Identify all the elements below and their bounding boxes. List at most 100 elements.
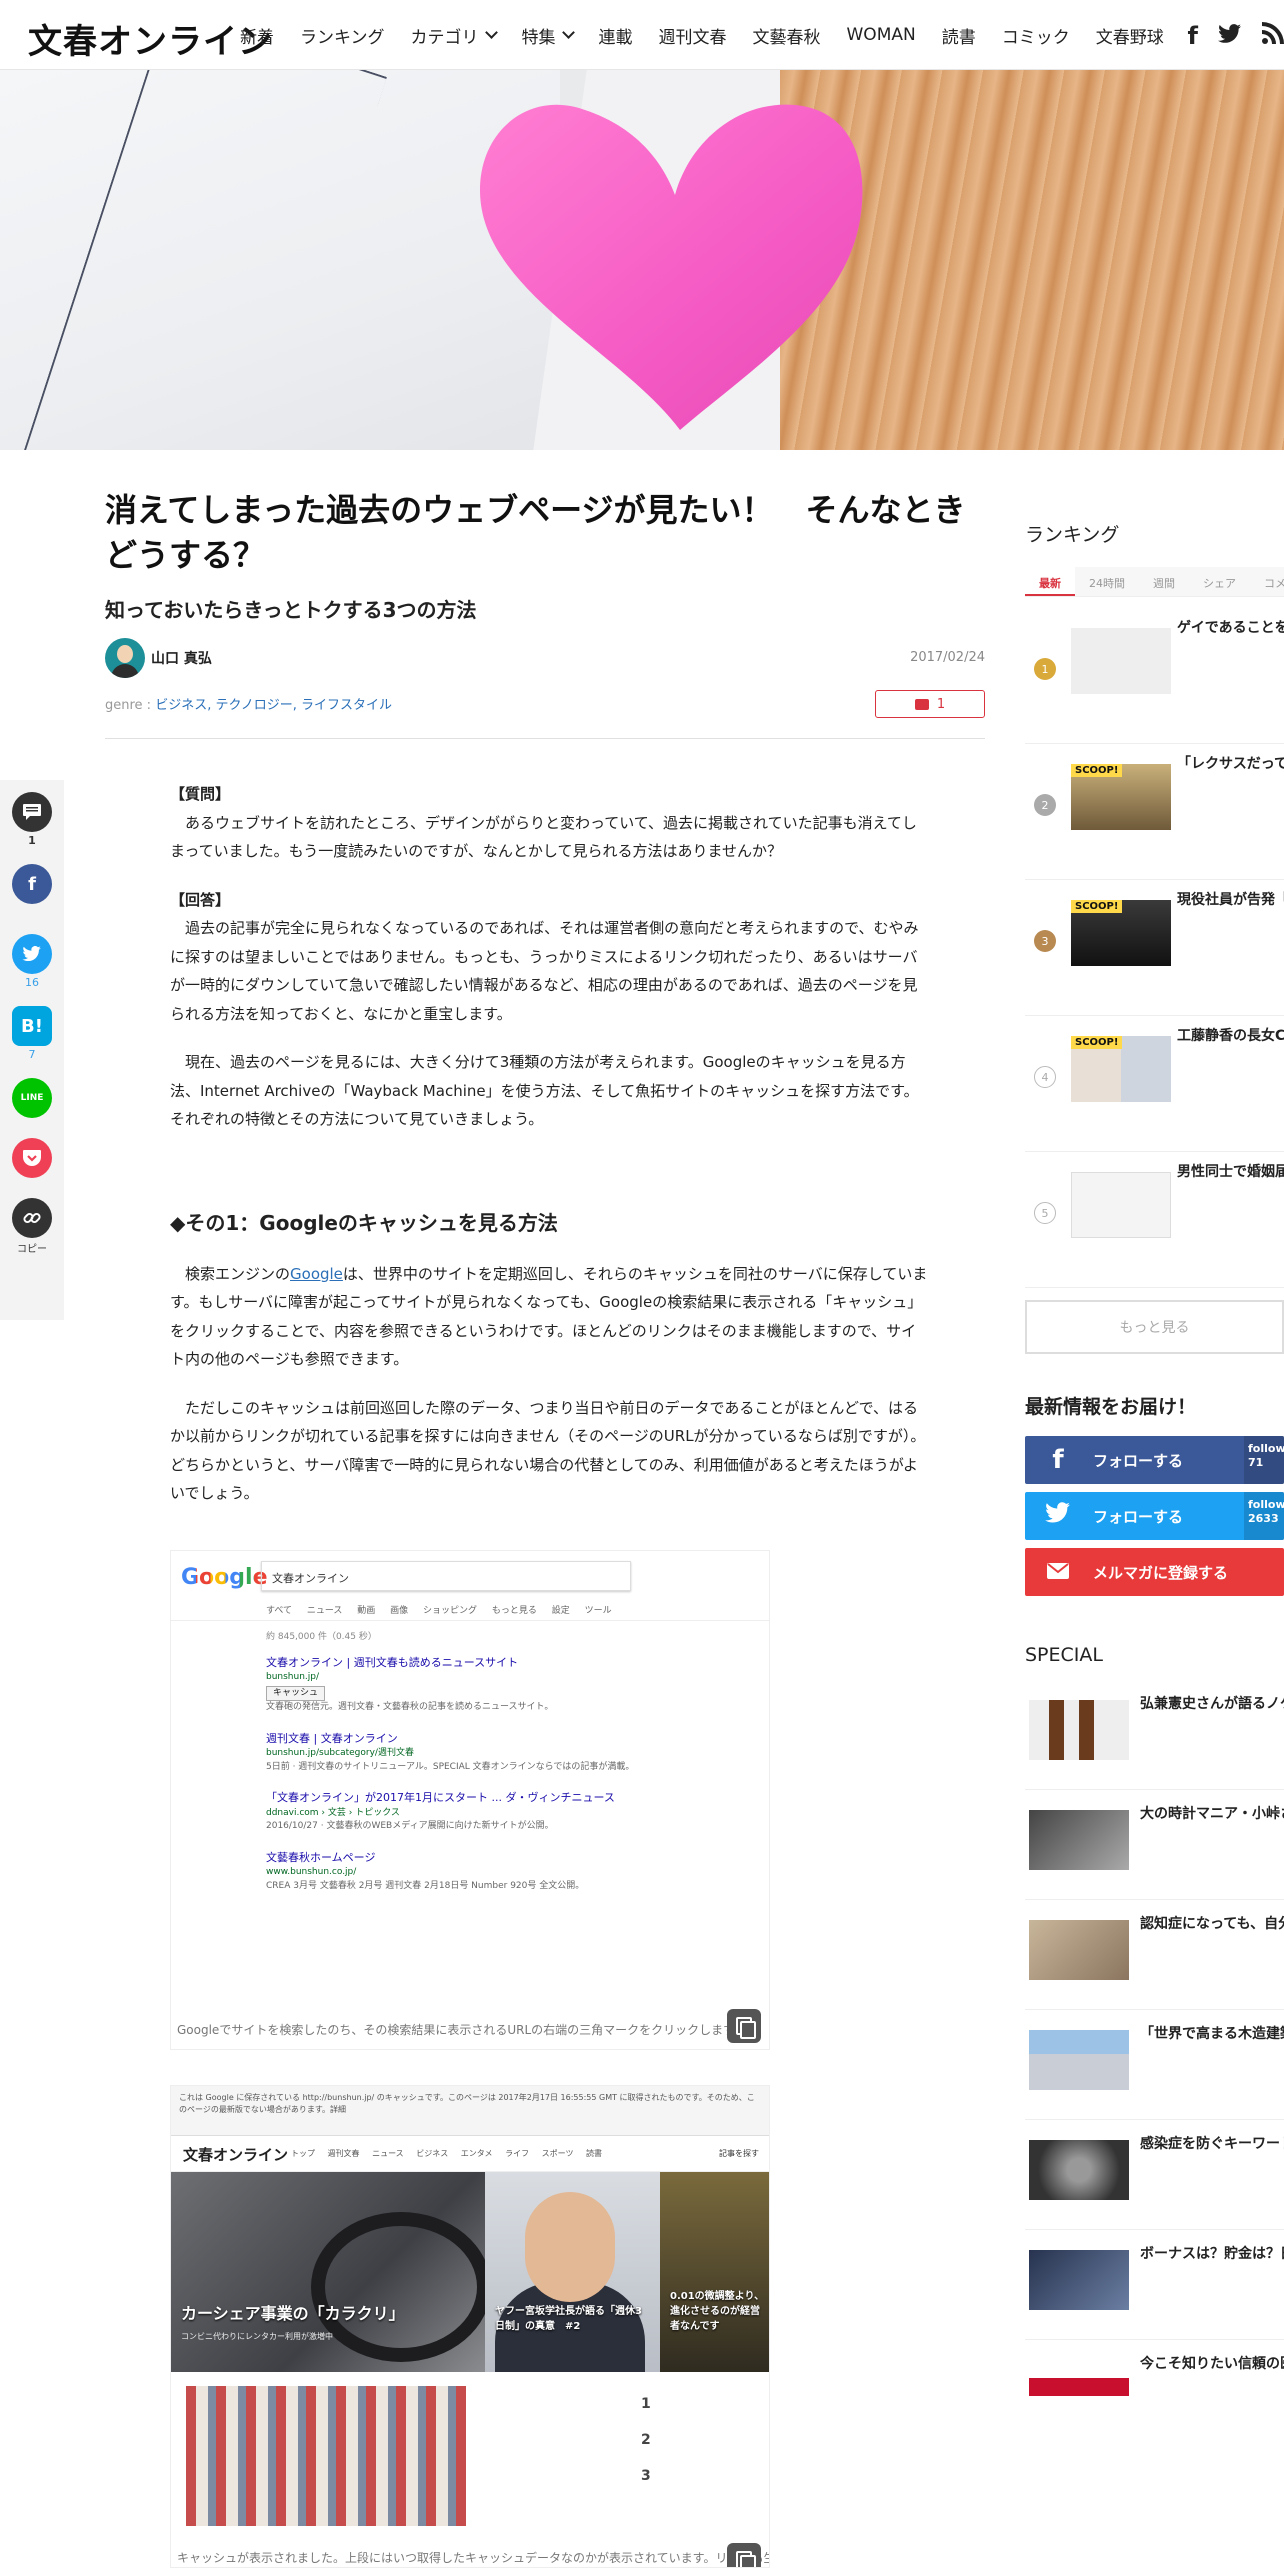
tile-title: ヤフー宮坂学社長が語る「週休3日制」の真意 #2	[495, 2306, 642, 2332]
twitter-icon	[1043, 1501, 1073, 1531]
special-title-text: 今こそ知りたい信頼の医療・健康情報 文春ムック「スーパードクターに聞く最新治療2…	[1140, 2356, 1284, 2372]
twitter-icon[interactable]	[1218, 22, 1242, 50]
ranking-item[interactable]: 4 SCOOP! 工藤静香の長女Cocomi 生田斗真に似“超イケメン彼氏”との…	[1025, 1016, 1284, 1152]
result-desc: CREA 3月号 文藝春秋 2月号 週刊文春 2月18日号 Number 920…	[266, 1880, 585, 1891]
ranking-thumbnail	[1071, 628, 1171, 694]
paragraph-text: 検索エンジンの	[170, 1264, 291, 1283]
nav-item-ranking[interactable]: ランキング	[300, 23, 385, 48]
divider	[105, 738, 985, 739]
special-item[interactable]: 感染症を防ぐキーワード「粘膜免疫」と「IgA抗体」。そこで、大きな注目を集めてい…	[1025, 2120, 1284, 2230]
facebook-icon[interactable]: f	[1188, 22, 1198, 50]
special-item[interactable]: 弘兼憲史さんが語るノケーションの新たなスム	[1025, 1680, 1284, 1790]
special-title-text: 認知症になっても、自分らしく。"生きたお金の使い方"をサポート	[1140, 1916, 1284, 1932]
gallery-icon[interactable]	[727, 2543, 761, 2567]
nav-item-label: カテゴリ	[410, 27, 479, 48]
chevron-down-icon	[484, 26, 498, 39]
ranking-title-text: ゲイであることを親に打ち明けた結果……──マンガ『僕が夫に出会うまで』番外編(1…	[1177, 620, 1284, 636]
nav-item-bungei-shunju[interactable]: 文藝春秋	[753, 23, 821, 48]
image-caption: Googleでサイトを検索したのち、その検索結果に表示されるURLの右端の三角マ…	[171, 2009, 769, 2049]
tab-share[interactable]: シェア	[1189, 567, 1250, 596]
special-thumbnail	[1029, 2360, 1129, 2420]
nav-item-shukan-bunshun[interactable]: 週刊文春	[659, 23, 727, 48]
nav-item-new[interactable]: 新着	[240, 23, 274, 48]
bunshun-logo: 文春オンライン	[183, 2146, 289, 2164]
search-result: 文藝春秋ホームページ www.bunshun.co.jp/ CREA 3月号 文…	[266, 1850, 674, 1894]
tab-weekly[interactable]: 週間	[1139, 567, 1189, 596]
main-nav: 新着 ランキング カテゴリ 特集 連載 週刊文春 文藝春秋 WOMAN 読書 コ…	[240, 0, 1190, 70]
share-copy-link[interactable]: コピー	[12, 1198, 52, 1255]
special-title-text: 大の時計マニア・小峠さんが魅せられたフランク・シナトラ コレクションを大いに語る	[1140, 1806, 1284, 1822]
line-icon: LINE	[12, 1078, 52, 1118]
gallery-icon[interactable]	[727, 2009, 761, 2043]
newsletter-button[interactable]: メルマガに登録する	[1025, 1548, 1284, 1596]
rank-badge: 4	[1034, 1066, 1056, 1088]
ranking-title-text: 「レクサスだって買ってあげる」中学生監 “貢がれ不倫”の相手との“京都忍び旅行”…	[1177, 756, 1284, 772]
search-result: 「文春オンライン」が2017年1月にスタート ... ダ・ヴィンチニュース dd…	[266, 1790, 674, 1834]
facebook-icon: f	[12, 864, 52, 904]
mini-ranking: 1 2 3	[641, 2396, 651, 2484]
follow-label: フォローする	[1093, 1507, 1184, 1526]
author-name[interactable]: 山口 真弘	[151, 648, 212, 668]
article-subtitle: 知っておいたらきっとトクする3つの方法	[105, 597, 477, 622]
share-comment-count: 1	[28, 834, 36, 847]
tab-latest[interactable]: 最新	[1025, 567, 1075, 596]
avatar[interactable]	[105, 638, 145, 678]
nav-item-category[interactable]: カテゴリ	[410, 23, 498, 48]
article-body: 【質問】 あるウェブサイトを訪れたところ、デザインががらりと変わっていて、過去に…	[170, 780, 930, 1528]
share-twitter[interactable]: 16	[12, 934, 52, 989]
twitter-follow-button[interactable]: フォローする follow 2633	[1025, 1492, 1284, 1540]
nav-item-woman[interactable]: WOMAN	[847, 25, 916, 45]
paragraph-methods: 現在、過去のページを見るには、大きく分けて3種類の方法が考えられます。Googl…	[170, 1053, 919, 1128]
cache-popup: キャッシュ	[266, 1685, 326, 1701]
special-item[interactable]: 「世界で高まる木造建築のニーズ」「木造大規模高層マンション」プロが出した答えとは…	[1025, 2010, 1284, 2120]
ranking-title-text: 現役社員が告発「ソフトバンク携帯は“地獄”」で不正横行	[1177, 892, 1284, 908]
nav-item-baseball[interactable]: 文春野球	[1096, 23, 1164, 48]
share-line[interactable]: LINE	[12, 1078, 52, 1118]
genre-links[interactable]: ビジネス, テクノロジー, ライフスタイル	[155, 698, 392, 713]
nav-item-comic[interactable]: コミック	[1002, 23, 1070, 48]
google-search-screenshot[interactable]: Google 文春オンライン すべて ニュース 動画 画像 ショッピング もっと…	[170, 1550, 770, 2050]
share-comment[interactable]: 1	[12, 792, 52, 847]
nav-item-serial[interactable]: 連載	[599, 23, 633, 48]
share-hatena[interactable]: B! 7	[12, 1006, 52, 1061]
special-item[interactable]: 認知症になっても、自分らしく。"生きたお金の使い方"をサポート	[1025, 1900, 1284, 2010]
site-logo[interactable]: 文春オンライン	[28, 14, 273, 63]
header-social: f	[1168, 22, 1284, 50]
ranking-item[interactable]: 2 SCOOP! 「レクサスだって買ってあげる」中学生監 “貢がれ不倫”の相手と…	[1025, 744, 1284, 880]
tab-24h[interactable]: 24時間	[1075, 567, 1139, 596]
cache-screenshot[interactable]: これは Google に保存されている http://bunshun.jp/ の…	[170, 2085, 770, 2568]
nav-item-feature[interactable]: 特集	[521, 23, 575, 48]
special-item[interactable]: 今こそ知りたい信頼の医療・健康情報 文春ムック「スーパードクターに聞く最新治療2…	[1025, 2340, 1284, 2450]
nav-item-books[interactable]: 読書	[942, 23, 976, 48]
rss-icon[interactable]	[1262, 22, 1284, 50]
google-link[interactable]: Google	[290, 1265, 343, 1283]
result-url: bunshun.jp/subcategory/週刊文春	[266, 1748, 414, 1758]
nav-item-label: 特集	[521, 27, 556, 48]
more-button[interactable]: もっと見る	[1025, 1300, 1284, 1354]
hatena-bookmark-icon: B!	[12, 1006, 52, 1046]
tab-comment[interactable]: コメント	[1250, 567, 1284, 596]
facebook-follow-button[interactable]: f フォローする follow 71	[1025, 1436, 1284, 1484]
ranking-thumbnail	[1071, 1172, 1171, 1238]
lower-content: 1 2 3	[171, 2386, 769, 2567]
share-pocket[interactable]	[12, 1138, 52, 1178]
ranking-item[interactable]: 5 男性同士で婚姻届を提出した。区役所の反応は？──マンガ『僕が夫に出会うまで』…	[1025, 1152, 1284, 1288]
follow-count: follow 71	[1244, 1436, 1284, 1484]
follow-label: メルマガに登録する	[1093, 1563, 1229, 1582]
steering-wheel-illustration	[311, 2212, 485, 2362]
share-facebook[interactable]: f	[12, 864, 52, 904]
ranking-item[interactable]: 1 ゲイであることを親に打ち明けた結果……──マンガ『僕が夫に出会うまで』番外編…	[1025, 608, 1284, 744]
ranking-title-text: 男性同士で婚姻届を提出した。区役所の反応は？──マンガ『僕が夫に出会うまで』第1…	[1177, 1164, 1284, 1180]
comment-button[interactable]: 1	[875, 690, 985, 718]
result-count: 約 845,000 件（0.45 秒）	[266, 1632, 377, 1642]
image-caption: キャッシュが表示されました。上段にはいつ取得したキャッシュデータなのかが表示され…	[171, 2545, 769, 2567]
comment-icon	[12, 792, 52, 832]
ranking-item[interactable]: 3 SCOOP! 現役社員が告発「ソフトバンク携帯は“地獄”」で不正横行	[1025, 880, 1284, 1016]
rank-badge: 3	[1034, 930, 1056, 952]
special-item[interactable]: ボーナスは？貯金は？日本で資産運用が“不可避”である根本理由	[1025, 2230, 1284, 2340]
feature-tile: ヤフー宮坂学社長が語る「週休3日制」の真意 #2	[485, 2172, 660, 2372]
ranking-title-text: 工藤静香の長女Cocomi 生田斗真に似“超イケメン彼氏”とのラブラブ写真──2…	[1177, 1028, 1284, 1044]
twitter-icon	[12, 934, 52, 974]
search-result: 週刊文春 | 文春オンライン bunshun.jp/subcategory/週刊…	[266, 1731, 674, 1775]
special-item[interactable]: 大の時計マニア・小峠さんが魅せられたフランク・シナトラ コレクションを大いに語る	[1025, 1790, 1284, 1900]
